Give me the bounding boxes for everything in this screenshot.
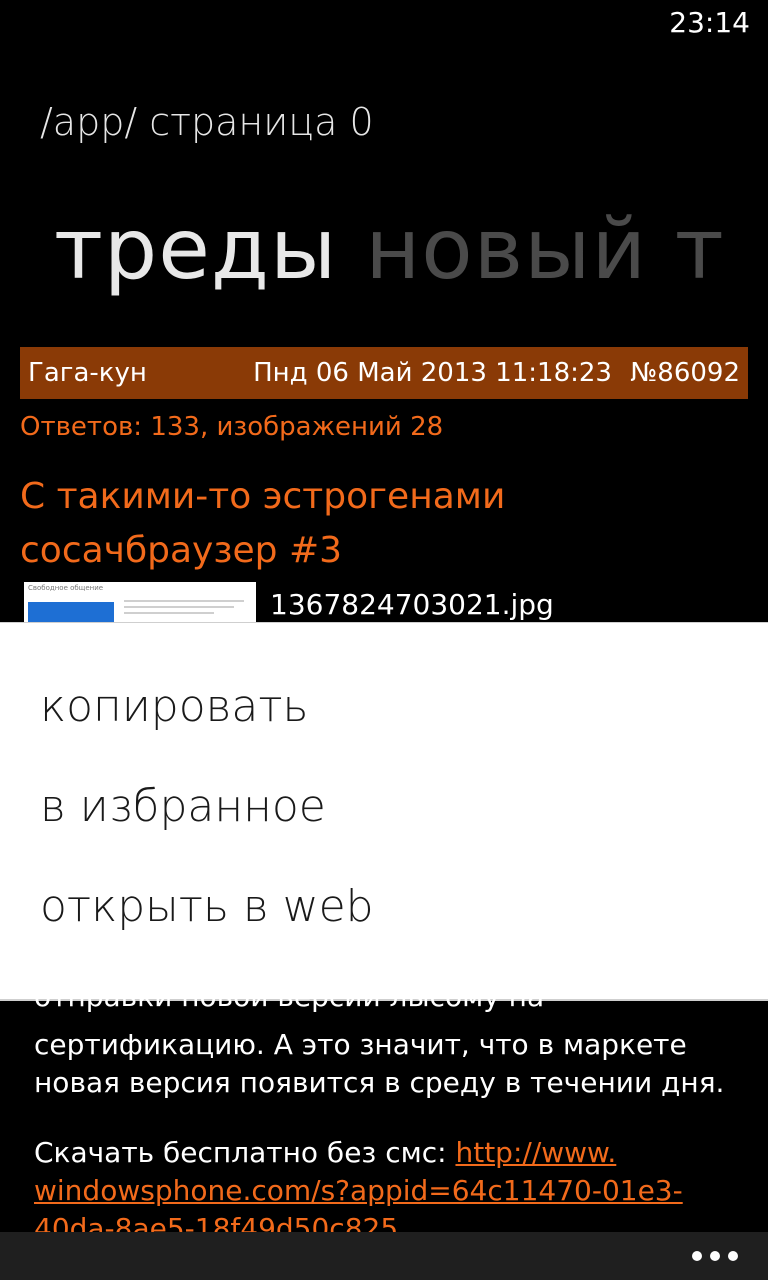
post-line-partial: отправки новой версии лысому на <box>34 988 545 1013</box>
menu-item-favorite[interactable]: в избранное <box>40 781 326 832</box>
download-link-line-3: 40da-8ae5-18f49d50c825 <box>34 1210 734 1232</box>
tab-new[interactable]: новый т <box>365 200 724 298</box>
app-bar <box>0 1232 768 1280</box>
download-label: Скачать бесплатно без смс: <box>34 1136 447 1169</box>
thumbnail-text-line <box>124 606 234 608</box>
thumbnail-text-line <box>124 600 244 602</box>
dot <box>710 1251 720 1261</box>
thread-number: №86092 <box>630 358 740 388</box>
thread-author: Гага-кун <box>28 358 147 388</box>
menu-item-open-web[interactable]: открыть в web <box>40 881 374 932</box>
download-link-part-1[interactable]: http://www. <box>455 1136 616 1169</box>
download-link-part-2[interactable]: windowsphone.com/s?appid=64c11470-01e3- <box>34 1174 683 1207</box>
thread-header[interactable]: Гага-кун Пнд 06 Май 2013 11:18:23 №86092 <box>20 347 748 399</box>
thread-datetime: Пнд 06 Май 2013 11:18:23 <box>253 358 612 388</box>
dot <box>728 1251 738 1261</box>
image-filename[interactable]: 1367824703021.jpg <box>270 588 554 621</box>
app-title: /app/ страница 0 <box>40 100 374 144</box>
download-link-part-3[interactable]: 40da-8ae5-18f49d50c825 <box>34 1212 398 1232</box>
thread-subject: С такими-то эстрогенами сосачбраузер #3 <box>20 476 506 571</box>
tab-threads[interactable]: треды <box>54 200 337 298</box>
thread-stats: Ответов: 133, изображений 28 <box>20 412 444 442</box>
thumbnail-text-line <box>124 612 214 614</box>
more-icon[interactable] <box>692 1246 738 1266</box>
context-menu: копировать в избранное открыть в web <box>0 622 768 1001</box>
post-text-line-2: сертификацию. А это значит, что в маркет… <box>34 1028 687 1061</box>
pivot-header: треды новый т <box>54 200 725 298</box>
post-download-line: Скачать бесплатно без смс: http://www. <box>34 1134 734 1172</box>
dot <box>692 1251 702 1261</box>
download-link-line-2: windowsphone.com/s?appid=64c11470-01e3- <box>34 1172 734 1210</box>
thumbnail-caption: Свободное общение <box>28 584 104 592</box>
status-time: 23:14 <box>669 6 750 39</box>
menu-item-copy[interactable]: копировать <box>40 681 308 732</box>
thread-thumbnail[interactable]: Свободное общение <box>24 582 256 622</box>
thread-meta: Пнд 06 Май 2013 11:18:23 №86092 <box>253 358 740 388</box>
post-text-line-3: новая версия появится в среду в течении … <box>34 1066 725 1099</box>
thumbnail-blue-block <box>28 602 114 622</box>
post-text-partial-line: отправки новой версии лысому на <box>34 988 734 1018</box>
